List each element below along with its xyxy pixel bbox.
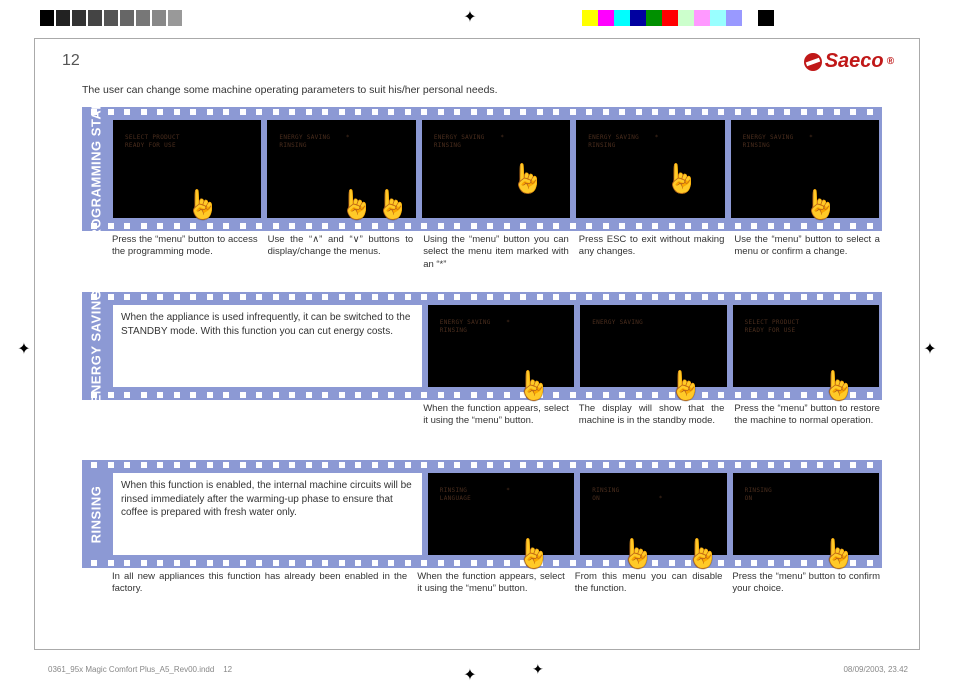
lcd-text: SELECT PRODUCT READY FOR USE [745,319,800,335]
pointer-icon: ☝ [668,369,703,402]
film-sprocket-top [82,292,882,302]
brand-logo-icon [804,53,822,71]
registration-mark-icon: ✦ [14,340,34,360]
film-sprocket-bottom [82,390,882,400]
registration-mark-icon: ✦ [460,8,480,28]
display-screen: RINSING ON *☝☝ [580,473,726,555]
footer-file: 0361_95x Magic Comfort Plus_A5_Rev00.ind… [48,665,232,674]
pointer-icon: ☝ [516,369,551,402]
display-screen: ENERGY SAVING * RINSING☝ [428,305,574,387]
section-energy: ENERGY SAVING When the appliance is used… [82,292,882,428]
brand-logo-text: Saeco [825,50,884,73]
caption: In all new appliances this function has … [110,571,409,596]
film-sprocket-top [82,107,882,117]
pointer-icon: ☝ [821,537,856,570]
brand-logo: Saeco® [804,50,894,73]
display-screen: SELECT PRODUCT READY FOR USE☝ [733,305,879,387]
section-label: ENERGY SAVING [82,302,110,390]
display-screen: ENERGY SAVING * RINSING ☝ [731,120,879,218]
print-footer: 0361_95x Magic Comfort Plus_A5_Rev00.ind… [48,661,908,678]
section-programming: PROGRAMMING START SELECT PRODUCT READY F… [82,107,882,271]
pointer-icon: ☝ [516,537,551,570]
caption: Press the “menu” button to confirm your … [730,571,882,596]
registration-mark-icon: ✦ [532,661,544,678]
pointer-icon: ☝ [803,188,838,221]
caption: Press the “menu” button to restore the m… [732,403,882,428]
lcd-text: ENERGY SAVING [592,319,643,327]
display-screen: ENERGY SAVING☝ [580,305,726,387]
section-label: PROGRAMMING START [82,117,110,221]
lcd-text: ENERGY SAVING * RINSING [588,134,658,150]
film-sprocket-top [82,460,882,470]
caption: Press ESC to exit without making any cha… [577,234,727,271]
pointer-icon: ☝ [685,537,720,570]
pointer-icon: ☝ [620,537,655,570]
page-number: 12 [62,52,80,70]
caption: Press the “menu” button to access the pr… [110,234,260,271]
lcd-text: ENERGY SAVING * RINSING [743,134,813,150]
display-screen: SELECT PRODUCT READY FOR USE ☝ [113,120,261,218]
caption: When the function appears, select it usi… [421,403,571,428]
caption: Use the “menu” button to select a menu o… [732,234,882,271]
caption [266,403,416,428]
display-screen: ENERGY SAVING * RINSING ☝ [422,120,570,218]
display-screen: ENERGY SAVING * RINSING ☝☝ [267,120,415,218]
caption: From this menu you can disable the funct… [573,571,725,596]
info-text-cell: When this function is enabled, the inter… [113,473,422,555]
pointer-icon: ☝ [185,188,220,221]
pointer-icon: ☝ [664,162,699,195]
intro-text: The user can change some machine operati… [82,84,498,96]
film-sprocket-bottom [82,558,882,568]
pointer-icon: ☝ [375,188,410,221]
lcd-text: ENERGY SAVING * RINSING [279,134,349,150]
pointer-icon: ☝ [339,188,374,221]
caption: Using the “menu” button you can select t… [421,234,571,271]
caption: When the function appears, select it usi… [415,571,567,596]
pointer-icon: ☝ [510,162,545,195]
lcd-text: RINSING * LANGUAGE [440,487,510,503]
lcd-text: RINSING ON [745,487,772,503]
registration-mark-icon: ✦ [920,340,940,360]
section-label: RINSING [82,470,110,558]
lcd-text: SELECT PRODUCT READY FOR USE [125,134,180,150]
display-screen: RINSING * LANGUAGE☝ [428,473,574,555]
lcd-text: RINSING ON * [592,487,662,503]
film-sprocket-bottom [82,221,882,231]
info-text-cell: When the appliance is used infrequently,… [113,305,422,387]
lcd-text: ENERGY SAVING * RINSING [434,134,504,150]
footer-date: 08/09/2003, 23.42 [843,665,908,674]
caption: The display will show that the machine i… [577,403,727,428]
section-rinsing: RINSING When this function is enabled, t… [82,460,882,596]
brand-logo-suffix: ® [887,56,894,67]
pointer-icon: ☝ [821,369,856,402]
caption [110,403,260,428]
display-screen: ENERGY SAVING * RINSING ☝ [576,120,724,218]
caption: Use the “∧” and “∨” buttons to display/c… [266,234,416,271]
lcd-text: ENERGY SAVING * RINSING [440,319,510,335]
display-screen: RINSING ON☝ [733,473,879,555]
